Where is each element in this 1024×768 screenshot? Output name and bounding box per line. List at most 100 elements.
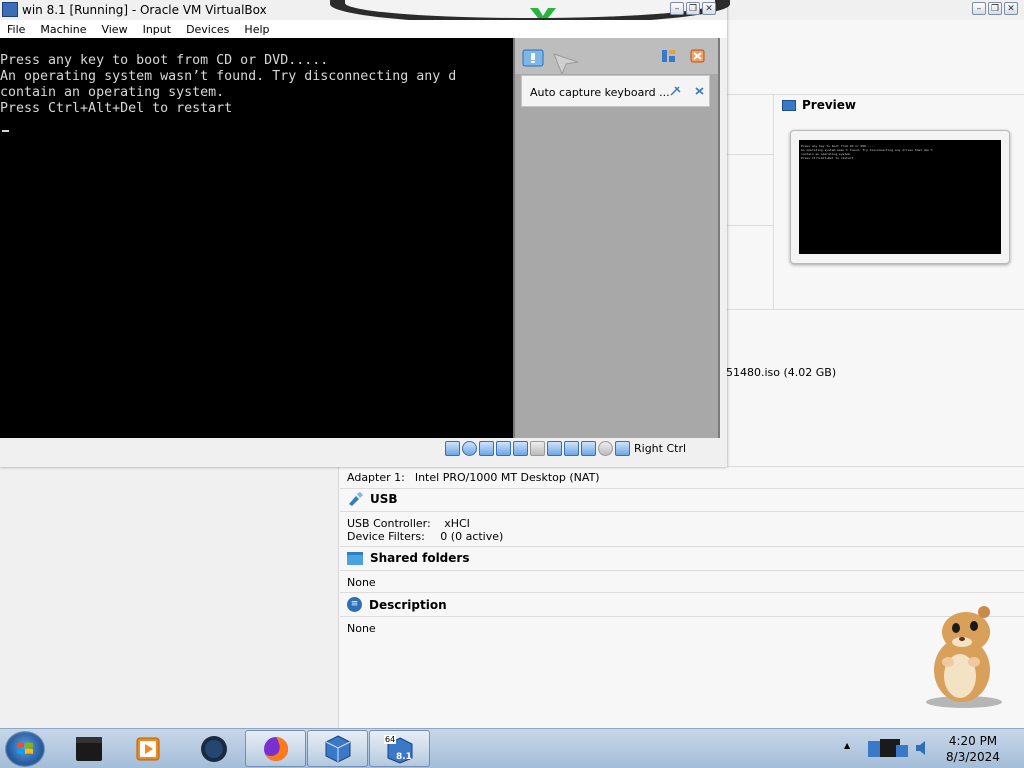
firefox-icon [263, 736, 288, 761]
manager-window-controls: – ❐ ✕ [972, 2, 1018, 15]
audio-icon[interactable] [479, 441, 494, 456]
vm-window: win 8.1 [Running] - Oracle VM VirtualBox… [0, 0, 730, 467]
vm-window-title: win 8.1 [Running] - Oracle VM VirtualBox [22, 3, 267, 17]
pin-icon[interactable] [669, 85, 682, 97]
preview-section-header[interactable]: Preview [782, 98, 856, 112]
details-divider [727, 225, 773, 226]
details-separator [340, 592, 1024, 593]
monitor-icon [782, 99, 796, 111]
vm-badge-81: 8.1 [396, 752, 412, 762]
notification-center-toolbar [515, 38, 718, 74]
storage-iso-text: 51480.iso (4.02 GB) [726, 366, 837, 379]
manager-minimize-button[interactable]: – [972, 2, 986, 15]
notification-card[interactable]: Auto capture keyboard ... [521, 75, 710, 107]
shared-folders-title: Shared folders [370, 551, 470, 565]
menu-view[interactable]: View [94, 20, 135, 38]
taskbar-clock[interactable]: 4:20 PM 8/3/2024 [938, 733, 1008, 765]
details-separator [340, 546, 1024, 547]
dismiss-all-icon[interactable] [690, 49, 705, 63]
details-divider [727, 309, 1024, 310]
clock-time: 4:20 PM [948, 734, 998, 748]
usb-controller-key: USB Controller: [347, 517, 431, 530]
vm-titlebar[interactable]: win 8.1 [Running] - Oracle VM VirtualBox… [0, 0, 730, 24]
taskbar-terminal-app[interactable] [58, 730, 119, 767]
manager-restore-button[interactable]: ❐ [988, 2, 1002, 15]
menu-machine[interactable]: Machine [33, 20, 94, 38]
network-adapter-key: Adapter 1: [347, 471, 405, 484]
vm-window-controls: – ❐ ✕ [670, 2, 716, 15]
shared-folders-section-header[interactable]: Shared folders [347, 551, 469, 565]
console-line: Press Ctrl+Alt+Del to restart [0, 101, 233, 116]
console-line: contain an operating system. [0, 85, 225, 100]
description-value: None [347, 622, 376, 635]
shared-folders-status-icon[interactable] [530, 441, 545, 456]
details-separator [340, 511, 1024, 512]
console-line: Press any key to boot from CD or DVD....… [0, 53, 329, 68]
taskbar-media-player[interactable] [117, 730, 178, 767]
hard-disk-icon[interactable] [445, 441, 460, 456]
media-player-icon [136, 737, 159, 760]
virtualbox-icon [325, 734, 350, 763]
notification-center-panel: Auto capture keyboard ... [513, 38, 720, 438]
cpu-icon[interactable] [581, 441, 596, 456]
notification-text: Auto capture keyboard ... [530, 86, 670, 99]
hamster-mascot-image [926, 606, 1002, 708]
taskbar-browser-app[interactable] [183, 730, 244, 767]
network-adapter-value: Intel PRO/1000 MT Desktop (NAT) [414, 471, 600, 484]
menu-help[interactable]: Help [237, 20, 277, 38]
description-title: Description [369, 597, 447, 612]
taskbar-vm-win81[interactable]: 64 8.1 [369, 730, 430, 767]
shared-folders-value: None [347, 576, 376, 589]
tray-volume-icon[interactable] [915, 740, 929, 756]
taskbar: 64 8.1 ▲ [0, 728, 1024, 768]
usb-status-icon[interactable] [513, 441, 528, 456]
vm-console-screen[interactable]: Press any key to boot from CD or DVD....… [0, 38, 513, 438]
manager-close-button[interactable]: ✕ [1004, 2, 1018, 15]
usb-controller-value: xHCI [444, 517, 470, 530]
text-cursor [2, 130, 9, 132]
vm-status-bar: Right Ctrl [0, 438, 727, 460]
details-separator [340, 570, 1024, 571]
close-notification-icon[interactable] [693, 85, 706, 97]
mouse-integration-icon[interactable] [598, 441, 613, 456]
vm-badge-64: 64 [384, 735, 397, 744]
speech-bubble-icon: ≡ [347, 597, 362, 612]
details-divider [727, 154, 773, 155]
host-key-arrow-icon[interactable] [615, 441, 630, 456]
show-hidden-icons-button[interactable]: ▲ [844, 741, 852, 751]
folder-icon [347, 551, 363, 565]
vm-close-button[interactable]: ✕ [702, 2, 716, 15]
globe-icon [200, 735, 227, 762]
usb-controller-row: USB Controller: xHCI [347, 517, 470, 530]
vm-minimize-button[interactable]: – [670, 2, 684, 15]
usb-section-header[interactable]: USB [347, 492, 398, 506]
preview-thumbnail: Press any key to boot from CD or DVD....… [790, 130, 1010, 264]
start-button[interactable] [5, 731, 45, 767]
display-icon[interactable] [547, 441, 562, 456]
optical-drive-icon[interactable] [462, 441, 477, 456]
menu-devices[interactable]: Devices [179, 20, 237, 38]
cursor-arrow-icon [553, 53, 579, 74]
network-icon[interactable] [496, 441, 511, 456]
green-status-indicator-icon [530, 8, 556, 18]
taskbar-firefox[interactable] [245, 730, 306, 767]
details-divider [773, 94, 774, 309]
taskbar-virtualbox-manager[interactable] [307, 730, 368, 767]
windows-logo-icon [17, 742, 33, 754]
notification-bell-icon[interactable] [522, 49, 544, 67]
terminal-icon [75, 736, 102, 761]
vm-restore-button[interactable]: ❐ [686, 2, 700, 15]
usb-filters-key: Device Filters: [347, 530, 425, 543]
tray-network-icon[interactable] [866, 735, 912, 763]
network-adapter-row: Adapter 1: Intel PRO/1000 MT Desktop (NA… [347, 471, 600, 484]
console-line: An operating system wasn’t found. Try di… [0, 69, 457, 84]
description-section-header[interactable]: ≡ Description [347, 597, 447, 612]
menu-file[interactable]: File [0, 20, 33, 38]
details-separator [340, 488, 1024, 489]
menu-input[interactable]: Input [136, 20, 179, 38]
preview-line: Press Ctrl+Alt+Del to restart [801, 156, 854, 160]
keep-notifications-icon[interactable] [661, 49, 676, 63]
usb-filters-row: Device Filters: 0 (0 active) [347, 530, 503, 543]
usb-filters-value: 0 (0 active) [440, 530, 504, 543]
recording-icon[interactable] [564, 441, 579, 456]
